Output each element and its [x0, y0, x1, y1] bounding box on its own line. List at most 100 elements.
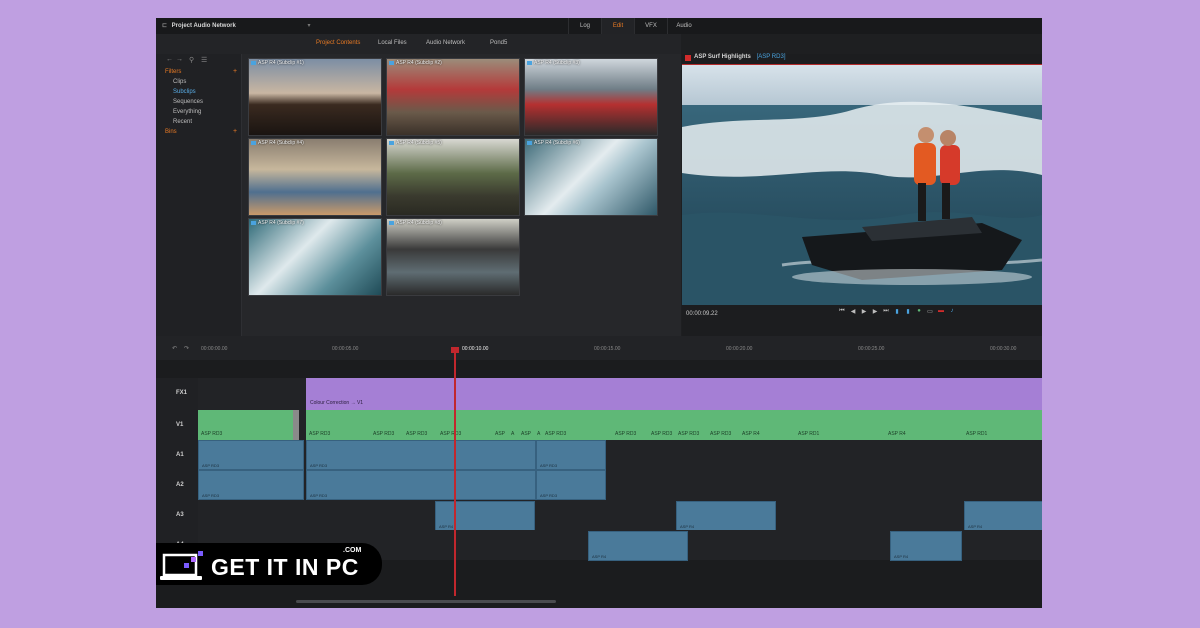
audio-clip[interactable]: ASP RD3: [306, 470, 536, 500]
video-clip[interactable]: ASP R4: [885, 410, 964, 440]
audio-clip[interactable]: ASP R4: [890, 531, 962, 561]
track-lane-a2: ASP RD3 ASP RD3 ASP RD3: [198, 470, 1042, 500]
ruler-tick: 00:00:00.00: [201, 346, 228, 352]
go-to-start-icon[interactable]: ⏮: [838, 308, 846, 315]
fx-clip-label: Colour Correction → V1: [310, 400, 364, 406]
tab-local-files[interactable]: Local Files: [378, 40, 407, 46]
project-title: Project Audio Network: [171, 23, 236, 29]
filters-heading[interactable]: Filters: [165, 69, 181, 75]
bins-heading[interactable]: Bins: [165, 129, 177, 135]
add-bin-icon[interactable]: +: [233, 128, 237, 135]
thumbnail-label: ASP R4 (Subclip #4): [251, 140, 304, 146]
audio-clip[interactable]: ASP R4: [676, 501, 776, 531]
audio-meter-icon[interactable]: ♪: [948, 308, 956, 315]
thumbnail-1[interactable]: ASP R4 (Subclip #1): [248, 58, 382, 136]
search-icon[interactable]: ⚲: [189, 56, 194, 64]
timeline-scrollbar[interactable]: [296, 600, 556, 603]
audio-clip[interactable]: ASP RD3: [536, 440, 606, 470]
redo-icon[interactable]: ↷: [184, 345, 189, 352]
audio-clip[interactable]: ASP RD3: [536, 470, 606, 500]
undo-icon[interactable]: ↶: [172, 345, 177, 352]
thumbnail-3[interactable]: ASP R4 (Subclip #3): [524, 58, 658, 136]
overwrite-icon[interactable]: ▬: [937, 308, 945, 315]
filters-sidebar: ← → ⚲ ☰ Filters + Clips Subclips Sequenc…: [156, 54, 242, 336]
track-lane-fx1: Colour Correction → V1: [198, 378, 1042, 410]
mark-out-icon[interactable]: ▮: [904, 308, 912, 315]
sidebar-item-subclips[interactable]: Subclips: [173, 89, 196, 95]
project-selector[interactable]: ⊏ Project Audio Network ▾: [162, 22, 310, 29]
tab-log[interactable]: Log: [568, 18, 601, 34]
video-clip[interactable]: ASP RD1: [795, 410, 886, 440]
sidebar-item-sequences[interactable]: Sequences: [173, 99, 203, 105]
audio-clip[interactable]: ASP R4: [964, 501, 1042, 531]
video-clip[interactable]: ASP RD3: [542, 410, 613, 440]
site-logo: .COM GET IT IN PC: [156, 543, 382, 585]
thumbnail-5[interactable]: ASP R4 (Subclip #5): [386, 138, 520, 216]
track-label: A2: [176, 482, 184, 488]
thumbnail-4[interactable]: ASP R4 (Subclip #4): [248, 138, 382, 216]
back-icon[interactable]: ←: [166, 56, 173, 63]
tab-edit[interactable]: Edit: [601, 18, 634, 34]
viewer-timecode: 00:00:09.22: [686, 311, 718, 317]
step-back-icon[interactable]: ◀: [849, 308, 857, 315]
video-clip[interactable]: ASP RD3: [707, 410, 740, 440]
sidebar-item-recent[interactable]: Recent: [173, 119, 192, 125]
video-clip[interactable]: ASP RD3: [648, 410, 676, 440]
add-filter-icon[interactable]: +: [233, 68, 237, 75]
video-clip[interactable]: ASP RD3: [403, 410, 438, 440]
track-header-v1[interactable]: V1: [156, 410, 198, 440]
video-clip[interactable]: ASP: [492, 410, 509, 440]
track-header-a2[interactable]: A2: [156, 470, 198, 500]
top-bar: ⊏ Project Audio Network ▾ Log Edit VFX A…: [156, 18, 1042, 34]
mode-tabs: Log Edit VFX Audio: [568, 18, 700, 34]
thumbnail-label: ASP R4 (Subclip #8): [389, 220, 442, 226]
video-clip[interactable]: ASP R4: [739, 410, 796, 440]
thumbnail-7[interactable]: ASP R4 (Subclip #7): [248, 218, 382, 296]
playhead[interactable]: [451, 347, 459, 596]
timeline-ruler[interactable]: ↶ ↷ 00:00:00.00 00:00:05.00 00:00:10.00 …: [156, 336, 1042, 360]
audio-clip[interactable]: ASP RD3: [306, 440, 536, 470]
track-header-a3[interactable]: A3: [156, 500, 198, 530]
mark-in-icon[interactable]: ▮: [893, 308, 901, 315]
video-clip[interactable]: ASP RD3: [612, 410, 649, 440]
thumbnail-8[interactable]: ASP R4 (Subclip #8): [386, 218, 520, 296]
sidebar-item-clips[interactable]: Clips: [173, 79, 186, 85]
video-frame[interactable]: [682, 65, 1042, 305]
sidebar-item-everything[interactable]: Everything: [173, 109, 201, 115]
step-forward-icon[interactable]: ▶: [871, 308, 879, 315]
video-clip[interactable]: ASP RD1: [963, 410, 1042, 440]
video-clip[interactable]: ASP: [518, 410, 535, 440]
track-label: A3: [176, 512, 184, 518]
thumbnail-label: ASP R4 (Subclip #5): [389, 140, 442, 146]
audio-clip[interactable]: ASP R4: [588, 531, 688, 561]
video-clip[interactable]: ASP RD3: [437, 410, 493, 440]
video-clip[interactable]: ASP RD3: [198, 410, 299, 440]
audio-clip[interactable]: ASP RD3: [198, 440, 304, 470]
tab-audio-network[interactable]: Audio Network: [426, 40, 465, 46]
play-icon[interactable]: ▶: [860, 308, 868, 315]
list-view-icon[interactable]: ☰: [201, 56, 207, 64]
track-header-a1[interactable]: A1: [156, 440, 198, 470]
audio-clip[interactable]: ASP RD3: [198, 470, 304, 500]
tab-vfx[interactable]: VFX: [634, 18, 667, 34]
thumbnail-2[interactable]: ASP R4 (Subclip #2): [386, 58, 520, 136]
video-clip[interactable]: ASP RD3: [370, 410, 404, 440]
thumbnail-label: ASP R4 (Subclip #7): [251, 220, 304, 226]
fullscreen-icon[interactable]: ▭: [926, 308, 934, 315]
go-to-end-icon[interactable]: ⏭: [882, 308, 890, 315]
tab-project-contents[interactable]: Project Contents: [316, 40, 360, 46]
clip-grid: ASP R4 (Subclip #1) ASP R4 (Subclip #2) …: [242, 54, 681, 336]
ruler-tick: 00:00:20.00: [726, 346, 753, 352]
video-clip[interactable]: ASP RD3: [306, 410, 371, 440]
video-clip[interactable]: ASP RD3: [675, 410, 708, 440]
tab-pond5[interactable]: Pond5: [490, 40, 507, 46]
track-header-fx1[interactable]: FX1: [156, 378, 198, 410]
tab-audio[interactable]: Audio: [667, 18, 700, 34]
chevron-down-icon[interactable]: ▾: [307, 23, 310, 29]
thumbnail-6[interactable]: ASP R4 (Subclip #6): [524, 138, 658, 216]
fx-clip-colour-correction[interactable]: Colour Correction → V1: [306, 378, 1042, 410]
ruler-tick: 00:00:15.00: [594, 346, 621, 352]
audio-clip[interactable]: ASP R4: [435, 501, 535, 531]
insert-icon[interactable]: ●: [915, 308, 923, 315]
forward-icon[interactable]: →: [176, 56, 183, 63]
